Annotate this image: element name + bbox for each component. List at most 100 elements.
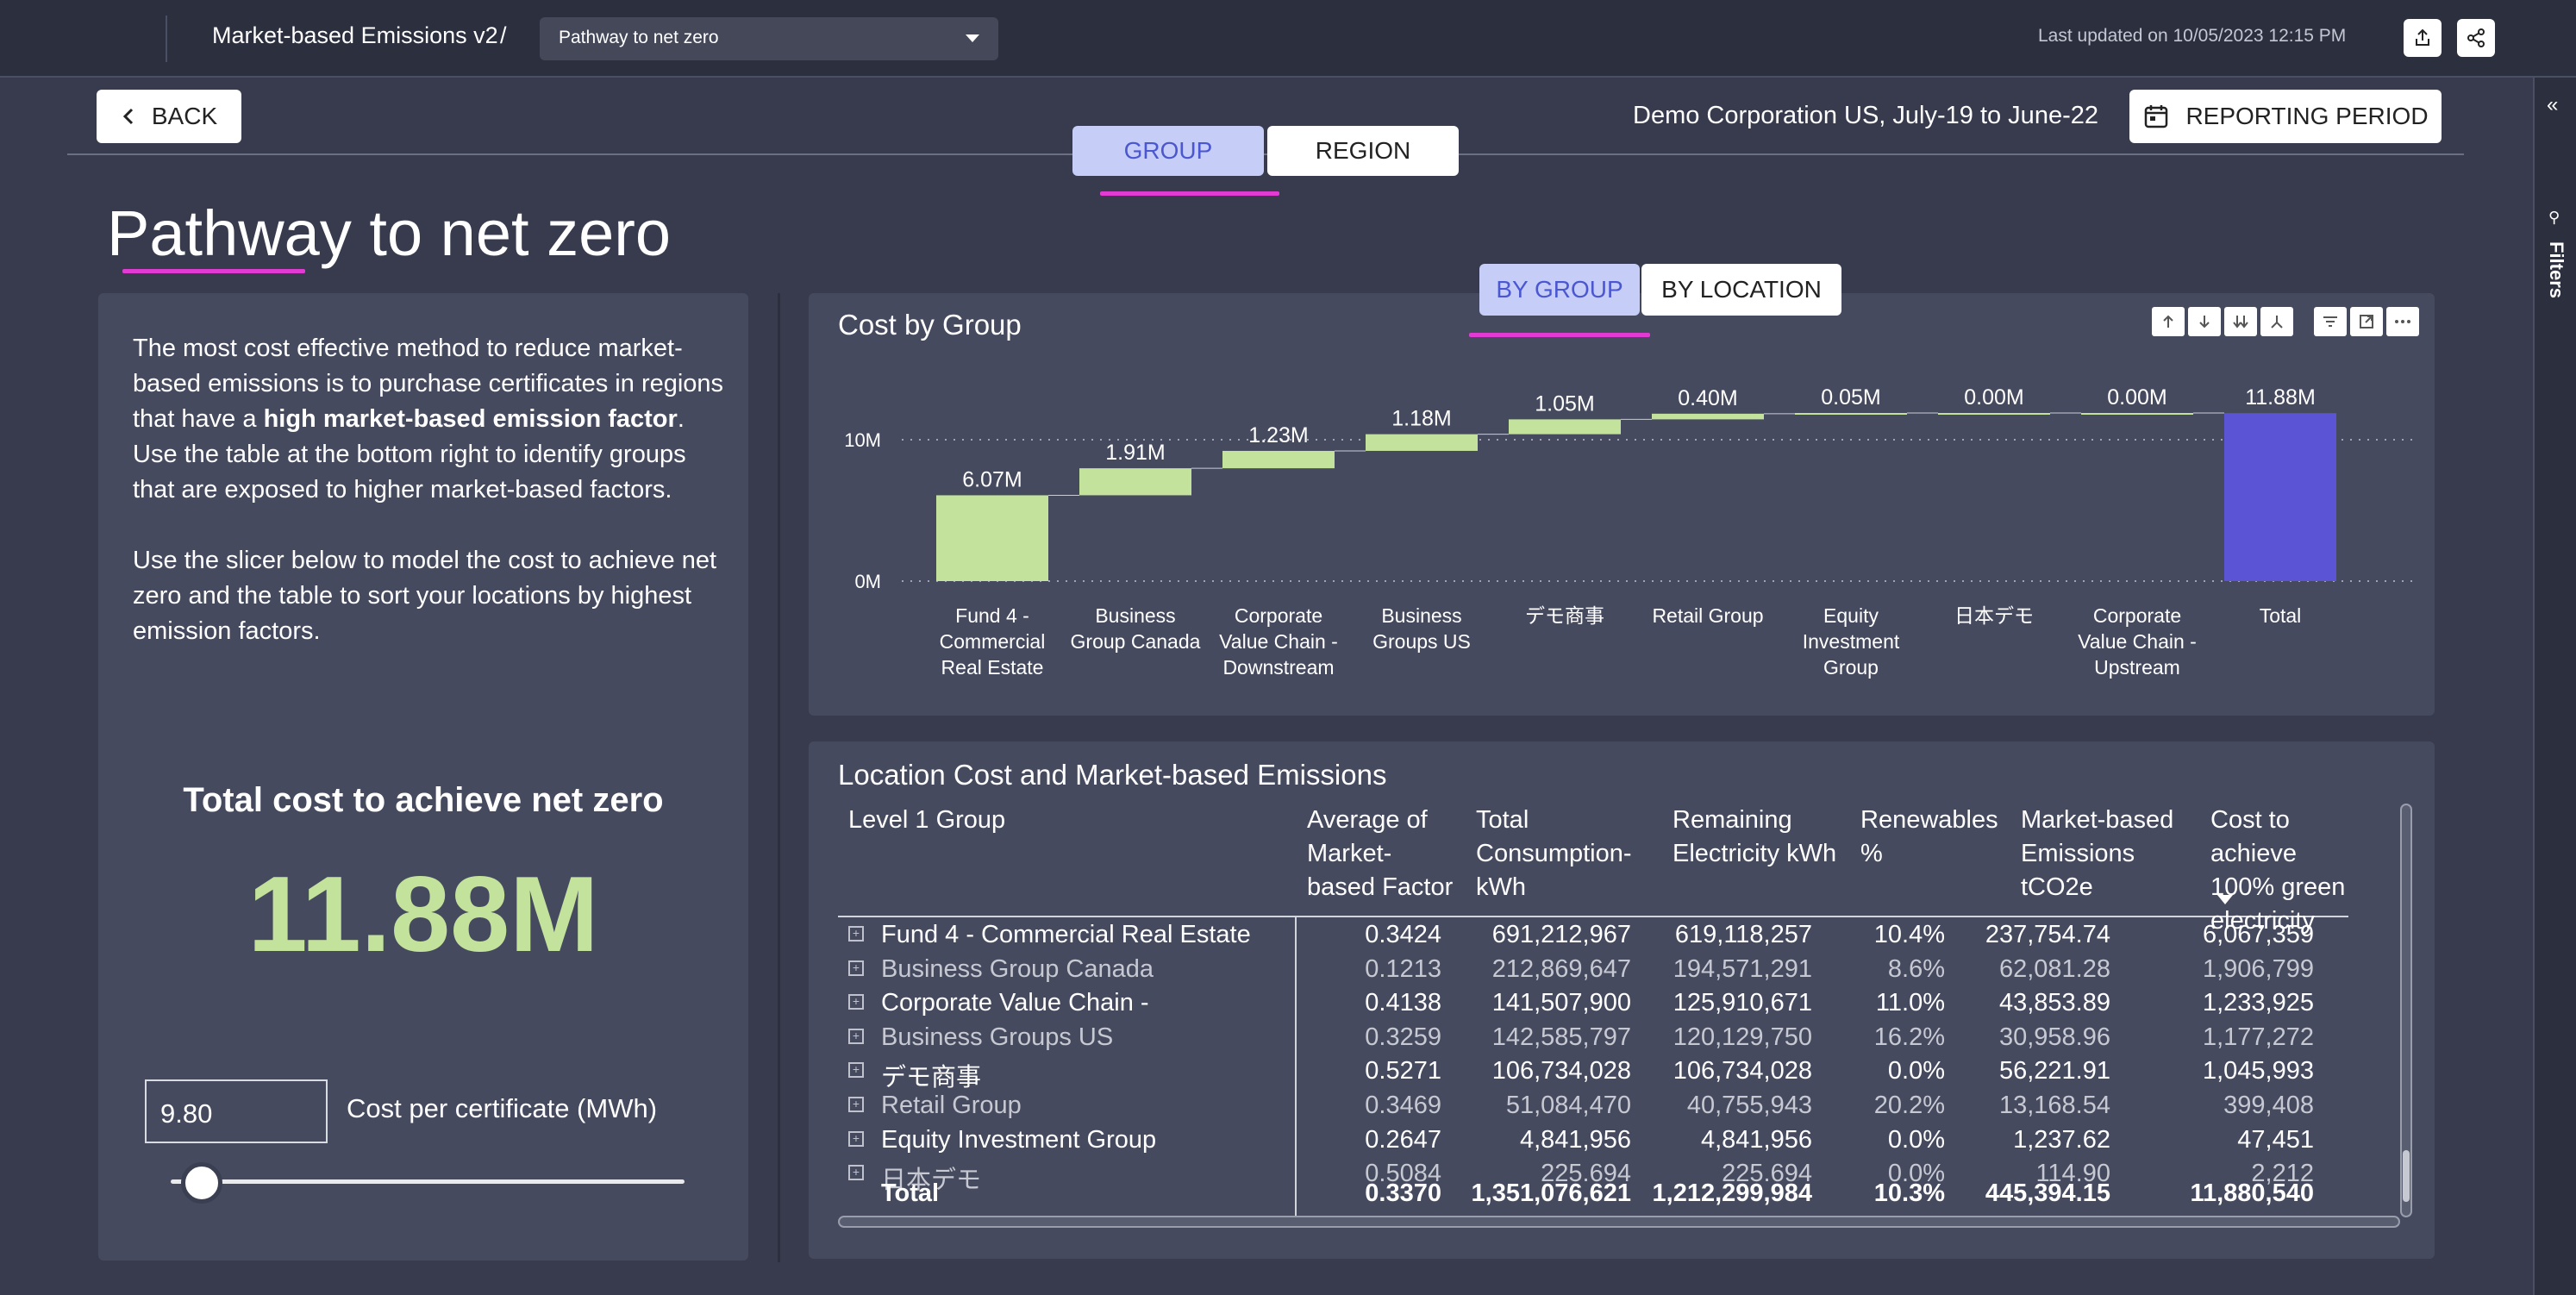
waterfall-bar [1509, 419, 1621, 435]
column-header[interactable]: Total Consumption-kWh [1476, 804, 1632, 904]
certificate-cost-label: Cost per certificate (MWh) [347, 1093, 658, 1123]
share-icon [2467, 28, 2485, 47]
table-cell: 0.1213 [1365, 954, 1441, 983]
x-tick-label: Upstream [2094, 656, 2180, 679]
expand-row-icon[interactable]: + [848, 1062, 864, 1079]
focus-mode-button[interactable] [2350, 307, 2383, 336]
cost-by-group-chart: Cost by Group 0M 10M 6.07M Fund 4 - Commerci… [809, 293, 2435, 716]
column-header[interactable]: Average of Market-based Factor [1307, 804, 1453, 904]
location-cost-table-panel: Location Cost and Market-based Emissions… [809, 741, 2435, 1259]
net-zero-cost-value: 11.88M [247, 855, 599, 974]
table-row[interactable]: + Business Group Canada 0.1213 212,869,647 1… [838, 954, 2348, 987]
title-underline [122, 269, 305, 273]
column-header-line: Level 1 Group [848, 806, 1006, 834]
row-label: Fund 4 - Commercial Real Estate [881, 921, 1251, 948]
certificate-cost-slider-track[interactable] [171, 1179, 685, 1184]
table-cell: 4,841,956 [1700, 1125, 1812, 1154]
chart-visual-tools [2314, 307, 2419, 336]
data-label: 1.18M [1391, 407, 1451, 431]
table-cell: 212,869,647 [1491, 954, 1631, 983]
waterfall-bar [1938, 413, 2050, 416]
more-options-icon [2395, 320, 2410, 323]
table-row[interactable]: + Fund 4 - Commercial Real Estate 0.3424 69… [838, 919, 2348, 953]
data-label: 6.07M [962, 467, 1022, 491]
toggle-by-group[interactable]: BY GROUP [1479, 264, 1640, 316]
table-cell: 40,755,943 [1686, 1092, 1812, 1119]
table-cell: 8.6% [1887, 954, 1945, 983]
tab-group[interactable]: GROUP [1072, 126, 1264, 176]
table-cell: 1,906,799 [2202, 954, 2314, 983]
column-header[interactable]: Market-based Emissions tCO2e [2021, 804, 2173, 904]
table-cell: 691,212,967 [1491, 921, 1631, 948]
waterfall-bar [936, 495, 1048, 581]
x-tick-label: Fund 4 - [955, 604, 1029, 627]
table-cell: 0.4138 [1365, 989, 1441, 1017]
table-cell: 1,237.62 [2013, 1125, 2110, 1154]
row-label: Corporate Value Chain - [881, 989, 1149, 1017]
sort-descending-icon [2217, 895, 2233, 904]
table-row[interactable]: + Corporate Value Chain - 0.4138 141,507,90… [838, 987, 2348, 1021]
table-row[interactable]: + デモ商事 0.5271 106,734,028 106,734,028 0.0% 56,… [838, 1055, 2348, 1092]
table-row[interactable]: + Equity Investment Group 0.2647 4,841,956 4… [838, 1124, 2348, 1158]
tab-region[interactable]: REGION [1267, 126, 1459, 176]
column-header-line: Emissions [2021, 840, 2135, 867]
column-header-line: based Factor [1307, 873, 1454, 901]
horizontal-scrollbar[interactable] [838, 1216, 2400, 1228]
vertical-scrollbar[interactable] [2400, 804, 2412, 1217]
table-cell: 20.2% [1873, 1092, 1945, 1119]
filters-pane[interactable]: « ⚲ Filters [2533, 78, 2576, 1295]
certificate-cost-slider-handle[interactable] [180, 1162, 222, 1204]
x-tick-label: Total [2260, 604, 2302, 627]
table-cell: 1,177,272 [2202, 1023, 2314, 1051]
x-tick-label: Business [1381, 604, 1461, 627]
expand-row-icon[interactable]: + [848, 926, 864, 942]
column-header-line: Total [1476, 806, 1529, 834]
table-row[interactable]: + Retail Group 0.3469 51,084,470 40,755,943 2… [838, 1090, 2348, 1123]
more-options-button[interactable] [2386, 307, 2419, 336]
breadcrumb-separator: / [500, 22, 507, 48]
reporting-period-button[interactable]: REPORTING PERIOD [2129, 90, 2442, 143]
column-header[interactable]: Renewables% [1860, 804, 1998, 871]
expand-pane-icon[interactable]: « [2547, 93, 2558, 117]
company-period: Demo Corporation US, July-19 to June-22 [1633, 102, 2098, 129]
next-level-button[interactable] [2224, 307, 2257, 336]
expand-row-icon[interactable]: + [848, 1028, 864, 1044]
double-arrow-down-icon [2233, 316, 2248, 328]
certificate-cost-input[interactable]: 9.80 [145, 1079, 328, 1143]
table-row[interactable]: + Business Groups US 0.3259 142,585,797 120,… [838, 1022, 2348, 1055]
scrollbar-thumb[interactable] [2403, 1150, 2410, 1202]
page-selector-value: Pathway to net zero [559, 28, 719, 47]
drill-up-button[interactable] [2152, 307, 2185, 336]
intro-bold-text: high market-based emission factor [263, 405, 678, 433]
app-title[interactable]: Market-based Emissions v2 [212, 22, 498, 49]
column-header[interactable]: Cost to achieve 100% green electricity [2210, 804, 2348, 938]
export-icon [2416, 28, 2429, 46]
intro-text: The most cost effective method to reduce… [133, 331, 728, 685]
filter-button[interactable] [2314, 307, 2347, 336]
back-button[interactable]: BACK [97, 90, 241, 143]
table-cell: 51,084,470 [1505, 1092, 1631, 1119]
expand-row-icon[interactable]: + [848, 994, 864, 1010]
total-row[interactable]: Total 0.3370 1,351,076,621 1,212,299,984 10.… [838, 1178, 2348, 1211]
column-header[interactable]: Remaining Electricity kWh [1673, 804, 1836, 871]
row-label: Business Group Canada [881, 954, 1154, 983]
export-button[interactable] [2404, 19, 2442, 57]
table-cell: 10.4% [1873, 921, 1945, 948]
toggle-by-location[interactable]: BY LOCATION [1641, 264, 1841, 316]
intro-paragraph-1: The most cost effective method to reduce… [133, 331, 728, 508]
filters-label[interactable]: Filters [2545, 241, 2567, 298]
data-label: 1.05M [1535, 391, 1594, 416]
column-header[interactable]: Level 1 Group [848, 804, 1005, 837]
expand-hierarchy-icon [2271, 316, 2283, 328]
arrow-up-icon [2163, 315, 2173, 328]
share-button[interactable] [2457, 19, 2495, 57]
expand-hierarchy-button[interactable] [2260, 307, 2293, 336]
table-cell: 0.3259 [1365, 1023, 1441, 1051]
drill-down-button[interactable] [2188, 307, 2221, 336]
expand-row-icon[interactable]: + [848, 960, 864, 976]
expand-row-icon[interactable]: + [848, 1097, 864, 1112]
table-cell: 16.2% [1873, 1023, 1945, 1051]
page-selector-dropdown[interactable]: Pathway to net zero [540, 17, 998, 60]
table-cell: 399,408 [2223, 1092, 2314, 1119]
expand-row-icon[interactable]: + [848, 1130, 864, 1147]
